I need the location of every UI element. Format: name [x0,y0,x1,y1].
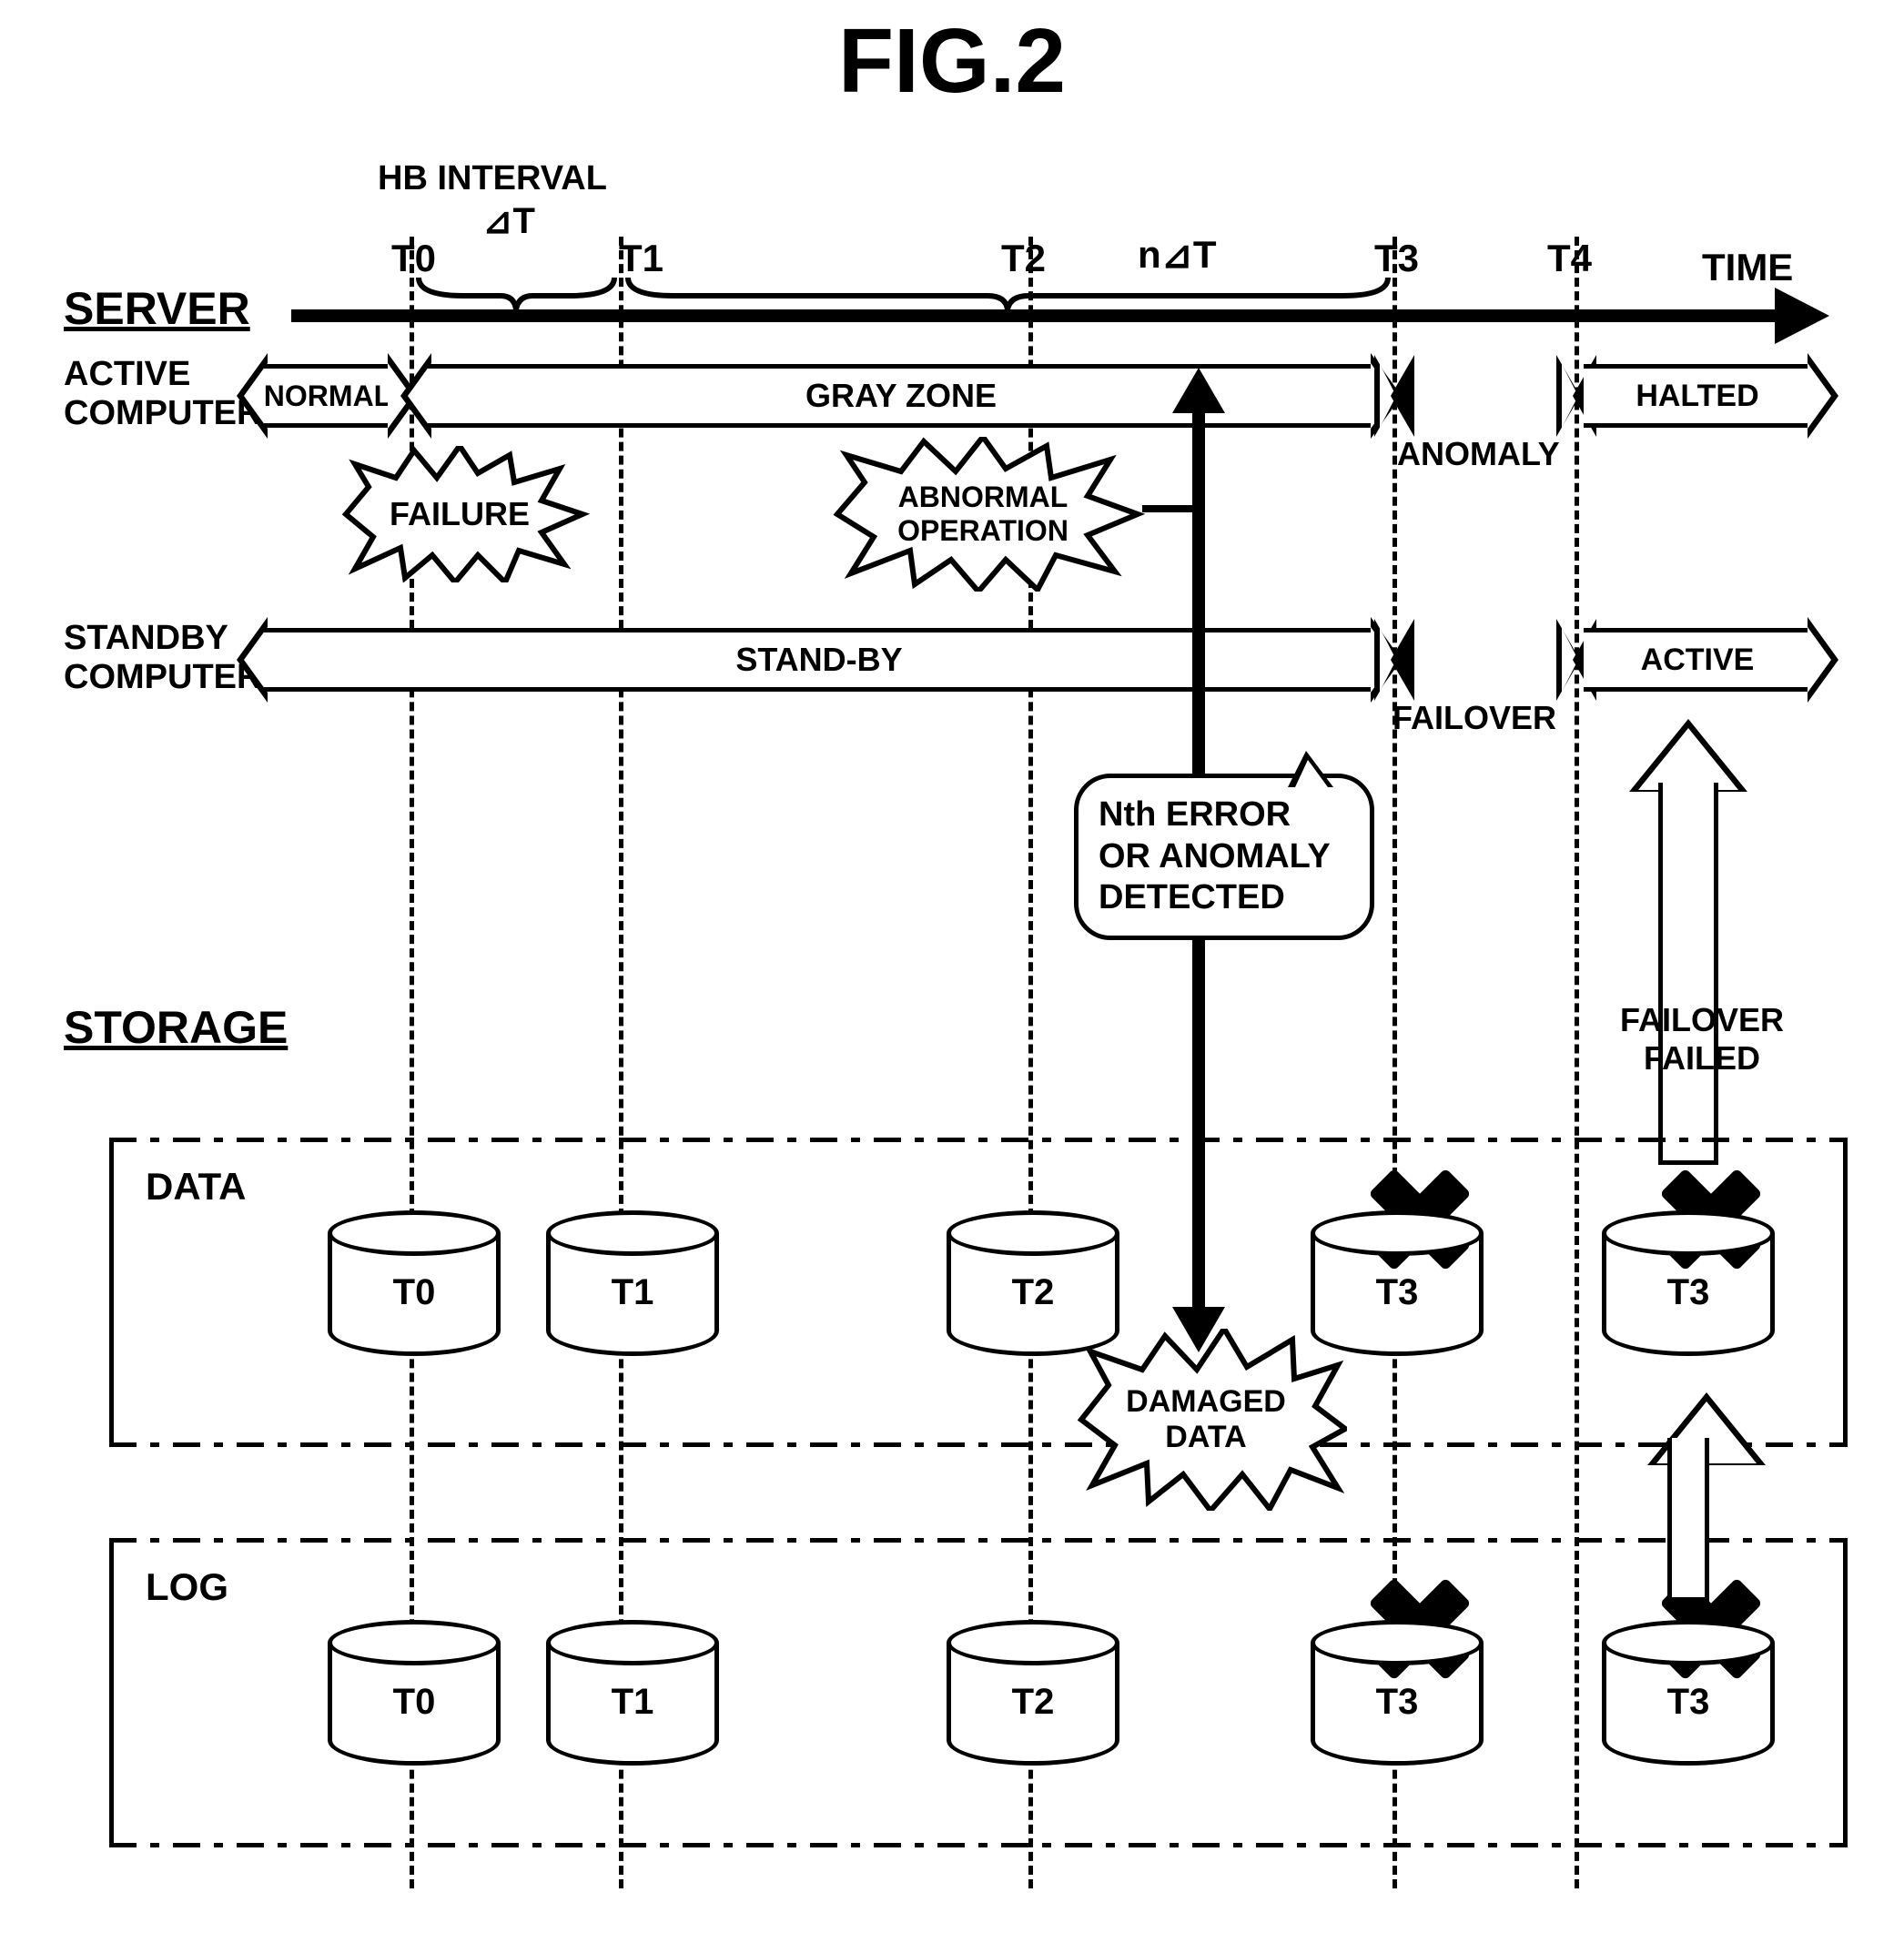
xjoin-sb-t3 [1374,628,1414,692]
tick-T4: T4 [1547,237,1592,280]
active-grayzone: GRAY ZONE [400,364,1402,428]
data-cyl-4: T3 [1602,1210,1775,1356]
time-label: TIME [1702,246,1793,289]
active-computer-label: ACTIVE COMPUTER [64,355,261,433]
server-label: SERVER [64,282,250,335]
ndt-label: n⊿T [1138,232,1217,277]
abnormal-connector [1142,505,1197,512]
storage-label: STORAGE [64,1001,288,1054]
active-normal: NORMAL [237,364,419,428]
hb-interval-label: HB INTERVAL [378,159,607,198]
log-cyl-1: T1 [546,1620,719,1766]
data-label: DATA [146,1165,246,1209]
standby-failover: FAILOVER [1393,699,1556,737]
figure-canvas: FIG.2 T0 T1 T2 T3 T4 TIME HB INTERVAL ⊿T… [0,0,1904,1943]
active-anomaly: ANOMALY [1397,435,1560,473]
active-halted: HALTED [1584,364,1838,428]
connector-arrow [1647,1392,1729,1602]
log-cyl-3: T3 [1311,1620,1484,1766]
time-arrow [291,309,1784,322]
brace-ndt [623,273,1393,309]
log-label: LOG [146,1565,228,1609]
data-cyl-1: T1 [546,1210,719,1356]
standby-computer-label: STANDBY COMPUTER [64,619,261,697]
figure-title: FIG.2 [0,9,1904,114]
standby-standby: STAND-BY [237,628,1402,692]
standby-active: ACTIVE [1584,628,1838,692]
arrow-failover-failed [1629,719,1747,1165]
log-cyl-4: T3 [1602,1620,1775,1766]
failover-failed-label: FAILOVER FAILED [1620,1001,1784,1078]
data-cyl-0: T0 [328,1210,501,1356]
burst-abnormal: ABNORMAL OPERATION [819,437,1147,592]
log-cyl-0: T0 [328,1620,501,1766]
brace-hb [414,273,619,309]
burst-damaged: DAMAGED DATA [1065,1329,1347,1511]
log-cyl-2: T2 [947,1620,1119,1766]
delta-t-label: ⊿T [482,200,535,242]
callout-nth: Nth ERROR OR ANOMALY DETECTED [1074,774,1374,940]
arrow-up-to-active [1192,410,1205,519]
burst-failure: FAILURE [328,446,592,582]
xjoin-ac-t3 [1374,364,1414,428]
